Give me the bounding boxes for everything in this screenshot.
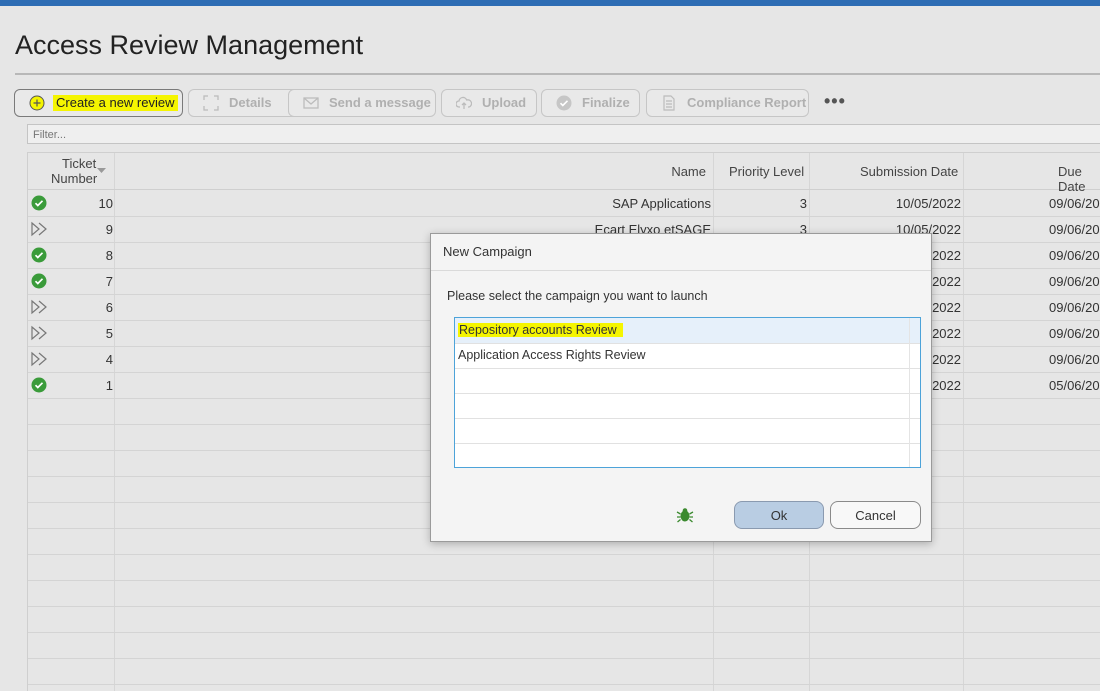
bug-icon[interactable] — [676, 506, 694, 529]
list-item — [455, 443, 920, 467]
list-item — [455, 368, 920, 394]
ok-button[interactable]: Ok — [734, 501, 824, 529]
new-campaign-dialog: New Campaign Please select the campaign … — [430, 233, 932, 542]
campaign-option-application[interactable]: Application Access Rights Review — [455, 343, 920, 369]
dialog-title: New Campaign — [443, 244, 532, 259]
list-item — [455, 393, 920, 419]
campaign-option-repository[interactable]: Repository accounts Review — [455, 318, 920, 344]
dialog-title-divider — [431, 270, 931, 271]
list-column-divider — [909, 318, 910, 467]
campaign-option-label: Application Access Rights Review — [458, 348, 646, 362]
campaign-list[interactable]: Repository accounts Review Application A… — [454, 317, 921, 468]
campaign-option-label: Repository accounts Review — [458, 323, 623, 337]
cancel-button[interactable]: Cancel — [830, 501, 921, 529]
modal-layer: New Campaign Please select the campaign … — [0, 0, 1100, 690]
dialog-prompt: Please select the campaign you want to l… — [447, 289, 708, 303]
list-item — [455, 418, 920, 444]
